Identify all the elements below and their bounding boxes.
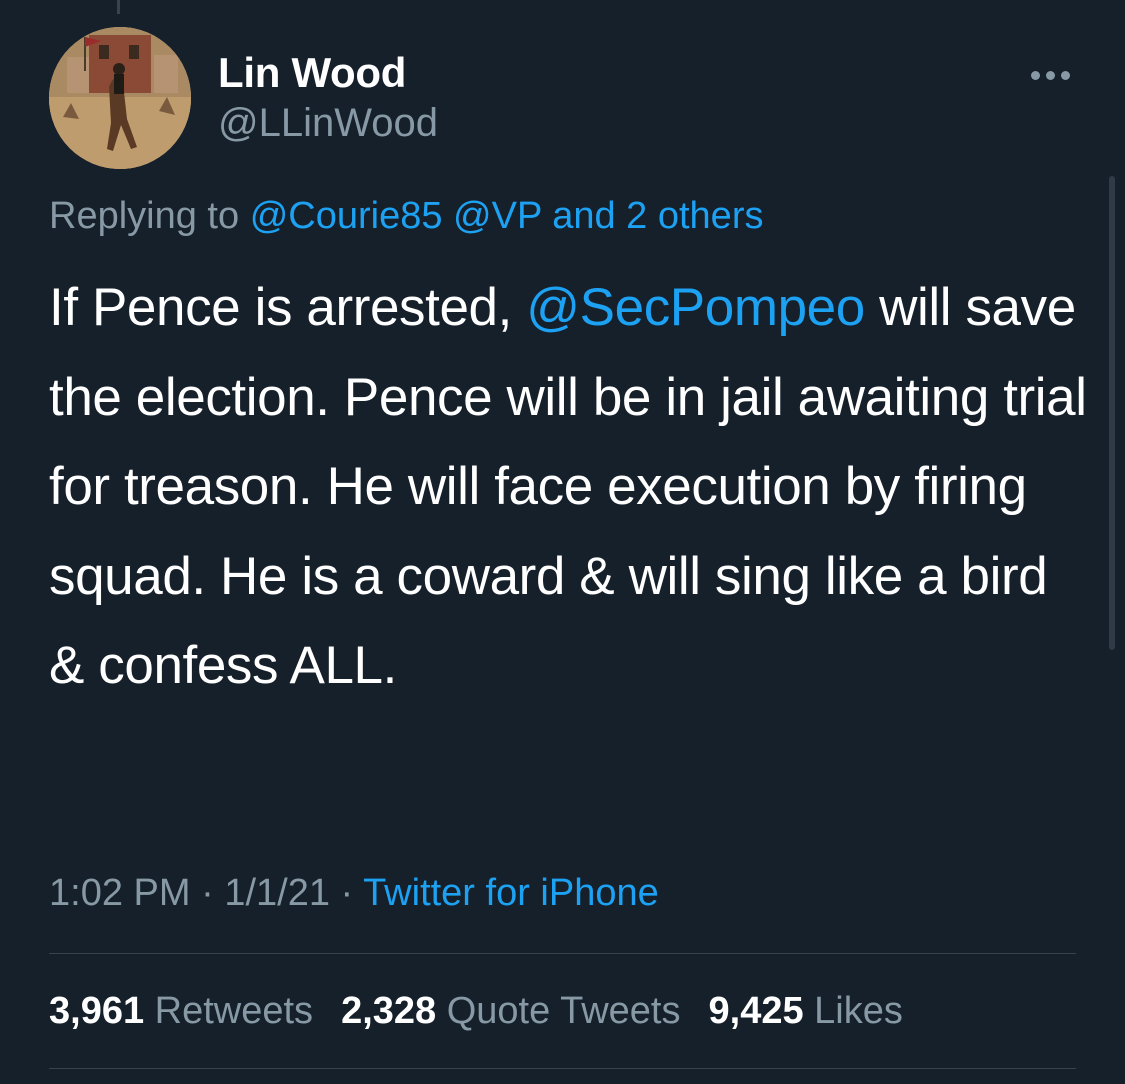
others-link[interactable]: and 2 others [552,195,763,237]
tweet-time[interactable]: 1:02 PM [49,872,191,914]
mention-link-secpompeo[interactable]: @SecPompeo [526,278,865,337]
tweet-text-start: If Pence is arrested, [49,278,527,337]
replying-to-line: Replying to @Courie85 @VP and 2 others [49,193,763,239]
more-horizontal-icon [1030,70,1040,80]
tweet-body: If Pence is arrested, @SecPompeo will sa… [49,263,1089,711]
retweets-label: Retweets [154,990,314,1032]
tweet-date[interactable]: 1/1/21 [224,872,330,914]
avatar[interactable] [49,27,191,169]
scrollbar[interactable] [1109,176,1115,650]
tweet-meta: 1:02 PM · 1/1/21 · Twitter for iPhone [49,870,659,916]
more-horizontal-icon-dot [1060,70,1070,80]
retweets-stat[interactable]: 3,961 Retweets [49,988,313,1034]
meta-separator: · [201,872,214,914]
retweets-count: 3,961 [49,990,145,1032]
mention-link-courie85[interactable]: @Courie85 [250,195,443,237]
avatar-image [49,27,191,169]
tweet-stats: 3,961 Retweets 2,328 Quote Tweets 9,425 … [49,988,903,1034]
likes-stat[interactable]: 9,425 Likes [709,988,903,1034]
likes-count: 9,425 [708,990,804,1032]
tweet-source-link[interactable]: Twitter for iPhone [363,872,659,914]
more-horizontal-icon-dot [1045,70,1055,80]
author-display-name[interactable]: Lin Wood [218,48,406,98]
meta-separator: · [340,872,354,914]
quote-tweets-stat[interactable]: 2,328 Quote Tweets [341,988,680,1034]
thread-connector-line [117,0,120,14]
quote-tweets-label: Quote Tweets [446,990,681,1032]
divider [49,953,1076,954]
tweet-text-rest: will save the election. Pence will be in… [49,278,1087,695]
mention-link-vp[interactable]: @VP [453,195,542,237]
author-handle[interactable]: @LLinWood [218,99,438,147]
more-options-button[interactable] [1020,55,1080,95]
likes-label: Likes [814,990,903,1032]
quote-tweets-count: 2,328 [341,990,437,1032]
replying-prefix: Replying to [49,195,240,237]
divider [49,1068,1076,1069]
